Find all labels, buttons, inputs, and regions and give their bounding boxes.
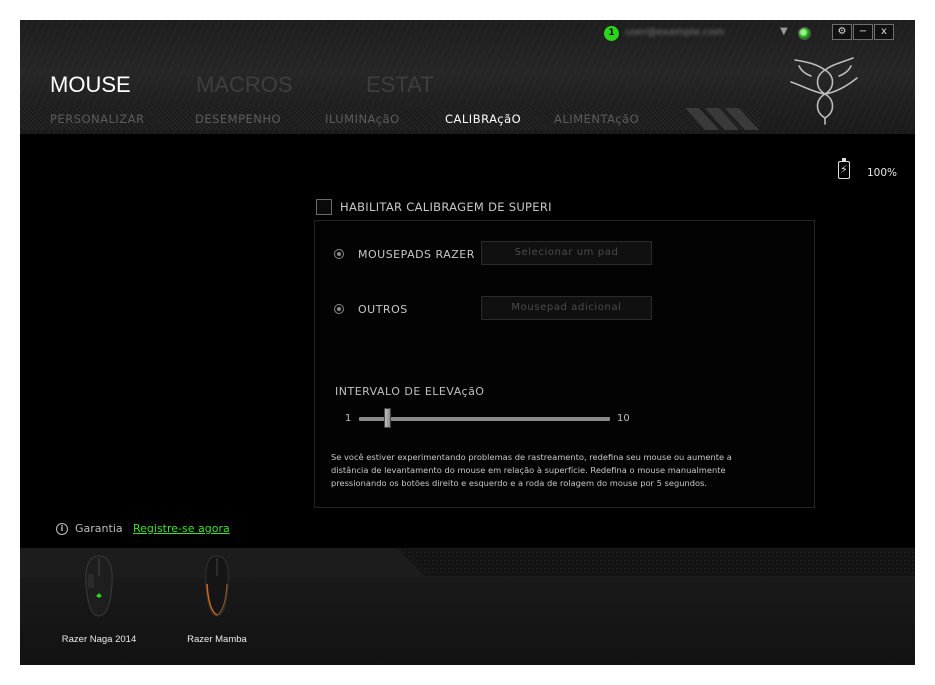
enable-calibration-checkbox[interactable] bbox=[316, 199, 332, 215]
lift-range-slider-thumb[interactable] bbox=[383, 408, 391, 428]
subtab-personalizar[interactable]: PERSONALIZAR bbox=[50, 112, 145, 126]
close-button[interactable]: x bbox=[874, 24, 894, 40]
sub-tab-bar: PERSONALIZAR DESEMPENHO ILUMINAçãO CALIB… bbox=[20, 108, 760, 130]
sync-status-icon[interactable] bbox=[798, 27, 811, 40]
settings-button[interactable]: ⚙ bbox=[832, 24, 852, 40]
radio-razer-mousepads-label[interactable]: MOUSEPADS RAZER bbox=[358, 248, 475, 261]
slider-max-label: 10 bbox=[617, 413, 630, 424]
calibration-panel: MOUSEPADS RAZER Selecionar um pad OUTROS… bbox=[314, 220, 815, 508]
slider-min-label: 1 bbox=[345, 413, 352, 424]
synapse-window: 1 user@example.com ▼ ⚙ − x MOUSE MACROS … bbox=[20, 20, 915, 665]
mouse-naga-icon bbox=[85, 555, 113, 617]
calibration-help-text: Se você estiver experimentando problemas… bbox=[331, 451, 771, 490]
notification-badge[interactable]: 1 bbox=[604, 26, 619, 41]
minimize-button[interactable]: − bbox=[853, 24, 873, 40]
device-razer-mamba[interactable]: Razer Mamba bbox=[162, 548, 272, 665]
device-name: Razer Naga 2014 bbox=[61, 634, 137, 645]
device-tray: Razer Naga 2014 Razer Mamba bbox=[20, 548, 915, 665]
info-icon: i bbox=[56, 523, 68, 535]
battery-percent: 100% bbox=[867, 167, 898, 179]
radio-others[interactable] bbox=[334, 304, 344, 314]
razer-logo-icon bbox=[790, 57, 858, 125]
lift-range-title: INTERVALO DE ELEVAçãO bbox=[335, 385, 485, 398]
decorative-stripes bbox=[685, 108, 759, 130]
subtab-iluminacao[interactable]: ILUMINAçãO bbox=[325, 112, 400, 126]
tab-mouse[interactable]: MOUSE bbox=[50, 72, 131, 98]
device-razer-naga[interactable]: Razer Naga 2014 bbox=[44, 548, 154, 665]
help-line: Se você estiver experimentando problemas… bbox=[331, 452, 732, 462]
subtab-desempenho[interactable]: DESEMPENHO bbox=[195, 112, 281, 126]
chevron-down-icon[interactable]: ▼ bbox=[780, 26, 788, 37]
battery-icon: ⚡ bbox=[838, 158, 850, 179]
subtab-alimentacao[interactable]: ALIMENTAçãO bbox=[554, 112, 639, 126]
footer-notch-decoration bbox=[20, 548, 915, 578]
help-line: distância de levantamento do mouse em re… bbox=[331, 465, 726, 475]
register-now-link[interactable]: Registre-se agora bbox=[133, 522, 230, 535]
help-line: pressionando os botões direito e esquerd… bbox=[331, 478, 708, 488]
device-name: Razer Mamba bbox=[187, 634, 247, 645]
subtab-calibracao[interactable]: CALIBRAçãO bbox=[445, 112, 521, 126]
tab-estat[interactable]: ESTAT bbox=[366, 72, 434, 98]
radio-razer-mousepads[interactable] bbox=[334, 249, 344, 259]
tab-macros[interactable]: MACROS bbox=[196, 72, 293, 98]
additional-mousepad-button[interactable]: Mousepad adicional bbox=[481, 296, 652, 320]
radio-others-label[interactable]: OUTROS bbox=[358, 303, 408, 316]
select-pad-button[interactable]: Selecionar um pad bbox=[481, 241, 652, 265]
account-name[interactable]: user@example.com bbox=[625, 25, 780, 41]
enable-calibration-label[interactable]: HABILITAR CALIBRAGEM DE SUPERI bbox=[340, 200, 552, 214]
window-controls: ⚙ − x bbox=[832, 24, 895, 40]
warranty-label: Garantia bbox=[75, 522, 123, 535]
lift-range-slider-track[interactable] bbox=[359, 417, 610, 421]
mouse-mamba-icon bbox=[205, 555, 229, 617]
